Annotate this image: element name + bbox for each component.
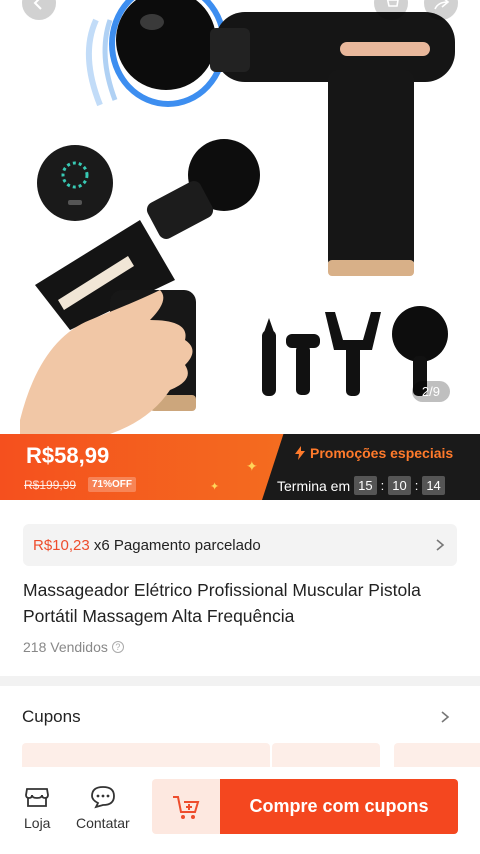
discount-badge: 71%OFF	[88, 477, 137, 492]
chevron-right-icon	[436, 539, 445, 551]
sold-count: 218 Vendidos ?	[23, 639, 124, 655]
product-page: 2/9 R$58,99 R$199,99 71%OFF ✦ ✦ Promoçõe…	[0, 0, 480, 854]
bottom-action-bar: Loja Contatar Compre com cupons	[0, 767, 480, 854]
product-image-carousel[interactable]: 2/9	[0, 0, 480, 434]
countdown-seconds: 14	[422, 476, 445, 495]
promo-text: Promoções especiais	[310, 445, 454, 461]
chevron-right-icon	[441, 711, 450, 723]
original-price: R$199,99	[24, 478, 77, 492]
buy-with-coupons-button[interactable]: Compre com cupons	[220, 779, 458, 834]
product-image	[20, 0, 455, 434]
store-icon	[25, 788, 50, 807]
share-icon	[434, 0, 450, 10]
sold-text: 218 Vendidos	[23, 639, 108, 655]
lightning-icon	[295, 446, 305, 460]
question-icon[interactable]: ?	[111, 641, 124, 653]
price-banner: R$58,99 R$199,99 71%OFF ✦ ✦ Promoções es…	[0, 434, 480, 500]
promo-label: Promoções especiais	[294, 445, 453, 461]
back-icon	[33, 0, 42, 10]
store-button[interactable]: Loja	[24, 785, 50, 831]
contact-label: Contatar	[76, 815, 130, 831]
cart-icon	[386, 0, 399, 7]
product-title: Massageador Elétrico Profissional Muscul…	[23, 580, 421, 626]
contact-button[interactable]: Contatar	[76, 785, 130, 831]
countdown-hours: 15	[354, 476, 377, 495]
current-price: R$58,99	[26, 443, 110, 468]
product-info: R$10,23 x6 Pagamento parcelado Massagead…	[0, 500, 480, 676]
add-to-cart-button[interactable]	[152, 779, 220, 834]
installment-text: x6 Pagamento parcelado	[89, 536, 261, 554]
countdown: Termina em 15 : 10 : 14	[277, 476, 445, 495]
coupons-title: Cupons	[22, 707, 81, 726]
image-counter: 2/9	[411, 381, 450, 402]
sparkle-icon: ✦	[246, 458, 258, 474]
countdown-minutes: 10	[388, 476, 411, 495]
chat-icon	[90, 786, 115, 809]
installment-amount: R$10,23	[33, 536, 90, 554]
store-label: Loja	[24, 815, 51, 831]
ends-label: Termina em	[277, 477, 351, 494]
installment-row[interactable]: R$10,23 x6 Pagamento parcelado	[23, 524, 457, 566]
colon: :	[380, 478, 385, 493]
colon: :	[414, 478, 419, 493]
sparkle-icon: ✦	[210, 481, 220, 493]
add-to-cart-icon	[173, 795, 200, 819]
